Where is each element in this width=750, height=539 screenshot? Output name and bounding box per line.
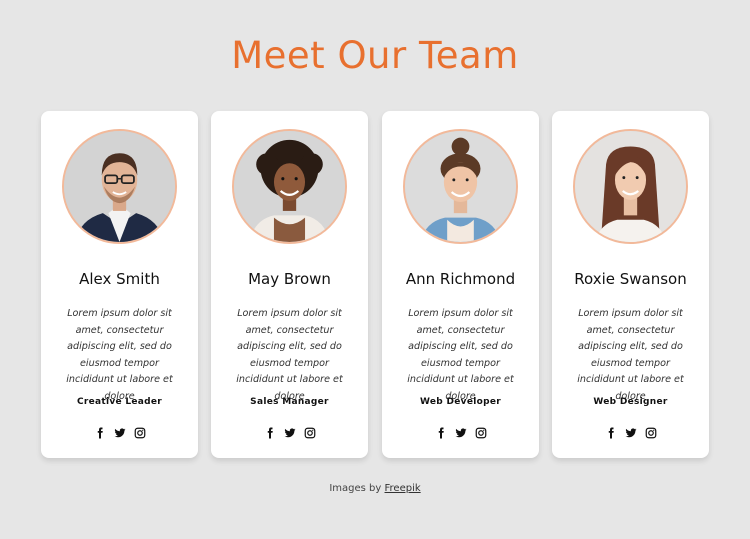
twitter-icon[interactable] bbox=[114, 427, 126, 439]
twitter-icon[interactable] bbox=[625, 427, 637, 439]
profile-photo bbox=[575, 131, 686, 242]
member-description: Lorem ipsum dolor sit amet, consectetur … bbox=[66, 308, 173, 402]
team-card: May Brown Lorem ipsum dolor sit amet, co… bbox=[211, 111, 368, 458]
avatar bbox=[62, 129, 177, 244]
instagram-icon[interactable] bbox=[134, 427, 146, 439]
instagram-icon[interactable] bbox=[475, 427, 487, 439]
social-links bbox=[382, 427, 539, 439]
image-credit: Images by Freepik bbox=[0, 483, 750, 494]
member-name: Roxie Swanson bbox=[574, 270, 687, 288]
facebook-icon[interactable] bbox=[264, 427, 276, 439]
member-name: Ann Richmond bbox=[405, 270, 516, 288]
social-links bbox=[41, 427, 198, 439]
social-links bbox=[552, 427, 709, 439]
member-role: Creative Leader bbox=[76, 397, 163, 407]
freepik-link[interactable]: Freepik bbox=[385, 483, 421, 494]
avatar bbox=[573, 129, 688, 244]
instagram-icon[interactable] bbox=[645, 427, 657, 439]
instagram-icon[interactable] bbox=[304, 427, 316, 439]
profile-photo bbox=[234, 131, 345, 242]
social-links bbox=[211, 427, 368, 439]
member-description: Lorem ipsum dolor sit amet, consectetur … bbox=[236, 308, 343, 402]
page-title: Meet Our Team bbox=[231, 34, 519, 77]
member-name: Alex Smith bbox=[79, 270, 160, 288]
team-card: Alex Smith Lorem ipsum dolor sit amet, c… bbox=[41, 111, 198, 458]
facebook-icon[interactable] bbox=[94, 427, 106, 439]
facebook-icon[interactable] bbox=[435, 427, 447, 439]
member-role: Web Developer bbox=[420, 397, 501, 407]
team-card: Ann Richmond Lorem ipsum dolor sit amet,… bbox=[382, 111, 539, 458]
credit-prefix: Images by bbox=[329, 483, 382, 494]
profile-photo bbox=[64, 131, 175, 242]
team-card: Roxie Swanson Lorem ipsum dolor sit amet… bbox=[552, 111, 709, 458]
member-description: Lorem ipsum dolor sit amet, consectetur … bbox=[577, 308, 684, 402]
avatar bbox=[232, 129, 347, 244]
twitter-icon[interactable] bbox=[284, 427, 296, 439]
member-role: Web Designer bbox=[593, 397, 668, 407]
twitter-icon[interactable] bbox=[455, 427, 467, 439]
member-role: Sales Manager bbox=[250, 397, 329, 407]
member-description: Lorem ipsum dolor sit amet, consectetur … bbox=[407, 308, 514, 402]
avatar bbox=[403, 129, 518, 244]
profile-photo bbox=[405, 131, 516, 242]
member-name: May Brown bbox=[248, 270, 331, 288]
facebook-icon[interactable] bbox=[605, 427, 617, 439]
